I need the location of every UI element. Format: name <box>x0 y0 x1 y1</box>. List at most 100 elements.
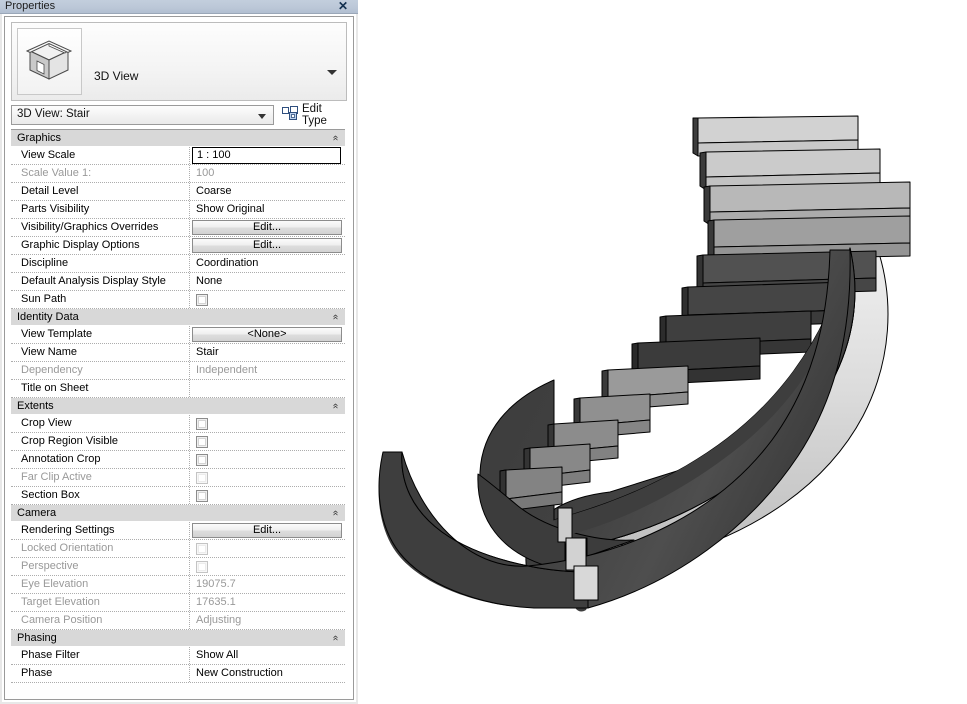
property-row[interactable]: Discipline Coordination <box>11 255 345 273</box>
property-value-cell[interactable] <box>189 540 345 557</box>
property-row[interactable]: Rendering Settings Edit... <box>11 522 345 540</box>
property-row[interactable]: Phase New Construction <box>11 665 345 683</box>
property-row[interactable]: Locked Orientation <box>11 540 345 558</box>
property-row[interactable]: View Template <None> <box>11 326 345 344</box>
chevron-double-up-icon[interactable]: « <box>328 135 342 141</box>
section-header-graphics[interactable]: Graphics « <box>11 130 345 147</box>
close-icon[interactable]: ✕ <box>336 0 350 13</box>
edit-type-button[interactable]: Edit Type <box>282 103 347 127</box>
property-label: Dependency <box>21 364 83 376</box>
property-checkbox <box>196 472 208 484</box>
type-selector-dropdown[interactable]: 3D View: Stair <box>11 105 274 125</box>
section-title: Camera <box>17 507 57 519</box>
drawing-viewport[interactable] <box>358 0 967 704</box>
property-value-cell[interactable]: 1 : 100 <box>189 147 345 164</box>
section-header-camera[interactable]: Camera « <box>11 505 345 522</box>
property-row[interactable]: Far Clip Active <box>11 469 345 487</box>
property-row[interactable]: Crop Region Visible <box>11 433 345 451</box>
property-value-cell[interactable]: Coordination <box>189 255 345 272</box>
property-row[interactable]: Graphic Display Options Edit... <box>11 237 345 255</box>
chevron-double-up-icon[interactable]: « <box>328 403 342 409</box>
property-value-cell[interactable]: Show All <box>189 647 345 664</box>
property-checkbox[interactable] <box>196 294 208 306</box>
property-value-cell[interactable]: 17635.1 <box>189 594 345 611</box>
property-row[interactable]: Target Elevation 17635.1 <box>11 594 345 612</box>
property-row[interactable]: Title on Sheet <box>11 380 345 398</box>
property-value-cell[interactable]: 19075.7 <box>189 576 345 593</box>
property-value-cell[interactable]: Adjusting <box>189 612 345 629</box>
property-row[interactable]: Sun Path <box>11 291 345 309</box>
property-value-cell[interactable] <box>189 433 345 450</box>
property-edit-button[interactable]: Edit... <box>192 238 342 253</box>
property-row[interactable]: Perspective <box>11 558 345 576</box>
property-checkbox[interactable] <box>196 436 208 448</box>
property-active-input[interactable]: 1 : 100 <box>192 147 341 164</box>
chevron-double-up-icon[interactable]: « <box>328 510 342 516</box>
type-header[interactable]: 3D View <box>11 22 347 101</box>
property-label: Locked Orientation <box>21 542 114 554</box>
property-value-cell[interactable]: 100 <box>189 165 345 182</box>
property-row[interactable]: View Scale 1 : 100 <box>11 147 345 165</box>
property-value-cell[interactable] <box>189 487 345 504</box>
property-value-cell[interactable] <box>189 380 345 397</box>
property-edit-button[interactable]: Edit... <box>192 523 342 538</box>
chevron-down-icon[interactable] <box>327 70 337 75</box>
property-value-cell[interactable]: Independent <box>189 362 345 379</box>
property-label: Crop View <box>21 417 72 429</box>
palette-titlebar: Properties ✕ <box>0 0 358 14</box>
type-name-label: 3D View <box>94 69 139 83</box>
property-edit-button[interactable]: <None> <box>192 327 342 342</box>
property-row[interactable]: Scale Value 1: 100 <box>11 165 345 183</box>
property-row[interactable]: View Name Stair <box>11 344 345 362</box>
property-label: View Name <box>21 346 78 358</box>
property-value-cell[interactable]: New Construction <box>189 665 345 682</box>
property-checkbox[interactable] <box>196 490 208 502</box>
property-row[interactable]: Section Box <box>11 487 345 505</box>
property-value-cell[interactable]: Show Original <box>189 201 345 218</box>
property-row[interactable]: Eye Elevation 19075.7 <box>11 576 345 594</box>
property-checkbox[interactable] <box>196 454 208 466</box>
property-value-cell[interactable]: Edit... <box>189 237 345 254</box>
chevron-double-up-icon[interactable]: « <box>328 314 342 320</box>
chevron-double-up-icon[interactable]: « <box>328 635 342 641</box>
property-row[interactable]: Dependency Independent <box>11 362 345 380</box>
section-title: Phasing <box>17 632 57 644</box>
property-label: Perspective <box>21 560 79 572</box>
property-value-cell[interactable] <box>189 451 345 468</box>
properties-grid: Graphics « View Scale 1 : 100 Scale Value 1:… <box>11 129 345 696</box>
property-value-cell[interactable]: Stair <box>189 344 345 361</box>
section-header-identity-data[interactable]: Identity Data « <box>11 309 345 326</box>
property-edit-button[interactable]: Edit... <box>192 220 342 235</box>
property-label: Far Clip Active <box>21 471 92 483</box>
property-row[interactable]: Detail Level Coarse <box>11 183 345 201</box>
palette-body: 3D View 3D View: Stair Edit Type Graphic… <box>0 14 358 704</box>
section-header-extents[interactable]: Extents « <box>11 398 345 415</box>
property-value-cell[interactable]: <None> <box>189 326 345 343</box>
property-label: Crop Region Visible <box>21 435 119 447</box>
property-value-cell[interactable] <box>189 415 345 432</box>
property-value-cell[interactable] <box>189 469 345 486</box>
property-row[interactable]: Phase Filter Show All <box>11 647 345 665</box>
property-value-cell[interactable]: Edit... <box>189 219 345 236</box>
section-title: Identity Data <box>17 311 79 323</box>
property-label: Section Box <box>21 489 80 501</box>
property-value-cell[interactable] <box>189 558 345 575</box>
property-label: Rendering Settings <box>21 524 115 536</box>
property-label: Default Analysis Display Style <box>21 275 166 287</box>
property-value-cell[interactable]: Coarse <box>189 183 345 200</box>
property-value-cell[interactable] <box>189 291 345 308</box>
property-value-cell[interactable]: None <box>189 273 345 290</box>
property-value-cell[interactable]: Edit... <box>189 522 345 539</box>
property-label: Target Elevation <box>21 596 100 608</box>
property-row[interactable]: Visibility/Graphics Overrides Edit... <box>11 219 345 237</box>
property-label: Discipline <box>21 257 69 269</box>
property-row[interactable]: Camera Position Adjusting <box>11 612 345 630</box>
property-row[interactable]: Crop View <box>11 415 345 433</box>
property-checkbox[interactable] <box>196 418 208 430</box>
property-row[interactable]: Default Analysis Display Style None <box>11 273 345 291</box>
property-row[interactable]: Parts Visibility Show Original <box>11 201 345 219</box>
property-label: Sun Path <box>21 293 67 305</box>
property-value: 17635.1 <box>196 596 236 608</box>
section-header-phasing[interactable]: Phasing « <box>11 630 345 647</box>
property-row[interactable]: Annotation Crop <box>11 451 345 469</box>
